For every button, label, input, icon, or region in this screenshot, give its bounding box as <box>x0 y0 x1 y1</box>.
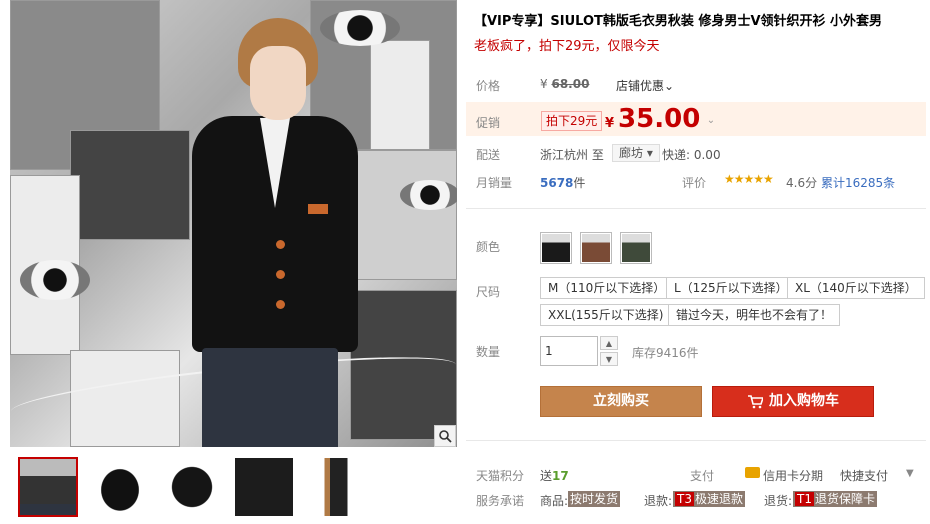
review-count-link[interactable]: 累计16285条 <box>821 174 895 191</box>
model-figure <box>180 18 370 447</box>
thumbnail-image[interactable] <box>162 457 222 517</box>
points-number: 17 <box>552 469 569 483</box>
shop-discount-label: 店铺优惠 <box>616 79 665 93</box>
promo-price-value: 35.00 <box>618 104 701 134</box>
main-product-image[interactable] <box>10 0 457 447</box>
size-option-xl[interactable]: XL（140斤以下选择） <box>787 277 925 299</box>
add-to-cart-label: 加入购物车 <box>769 393 839 409</box>
return-guarantee-badge[interactable]: T1 退货保障卡 <box>793 491 877 507</box>
credit-card-icon <box>745 467 760 478</box>
divider <box>466 440 926 441</box>
size-option-notice[interactable]: 错过今天，明年也不会有了！ <box>668 304 841 326</box>
shop-discount-dropdown[interactable]: 店铺优惠⌄ <box>616 77 674 94</box>
thumbnail-image[interactable] <box>306 457 366 517</box>
payment-label: 支付 <box>690 469 715 483</box>
color-swatch[interactable] <box>580 232 612 264</box>
product-title: 【VIP专享】SIULOT韩版毛衣男秋装 修身男士V领针织开衫 小外套男 <box>474 14 883 29</box>
collage-photo <box>70 130 190 240</box>
thumbnail-image[interactable] <box>18 457 78 517</box>
thumbnail-image[interactable] <box>90 457 150 517</box>
shipping-fee: 快递: 0.00 <box>662 148 721 162</box>
ship-to-dropdown[interactable]: 廊坊 ▾ <box>612 144 660 162</box>
size-label: 尺码 <box>476 285 501 299</box>
points-prefix: 送 <box>540 469 553 483</box>
color-swatch[interactable] <box>620 232 652 264</box>
ship-from: 浙江杭州 至 <box>540 148 604 162</box>
promo-price: ¥35.00 <box>605 104 700 134</box>
quantity-down-icon[interactable]: ▼ <box>600 352 618 366</box>
refund-label: 退款: <box>644 494 673 508</box>
size-option-m[interactable]: M（110斤以下选择） <box>540 277 674 299</box>
magnifier-icon[interactable] <box>434 425 456 447</box>
eye-graphic <box>20 260 90 300</box>
product-subtitle: 老板疯了，拍下29元，仅限今天 <box>474 39 660 54</box>
size-option-xxl[interactable]: XXL(155斤以下选择) <box>540 304 672 326</box>
on-time-shipping-badge[interactable]: 按时发货 <box>568 491 621 507</box>
thumbnail-image[interactable] <box>234 457 294 517</box>
quantity-input[interactable] <box>540 336 598 366</box>
promo-label: 促销 <box>476 116 501 130</box>
price-label: 价格 <box>476 79 501 93</box>
refund-code: T3 <box>675 492 694 506</box>
return-label: 退货: <box>764 494 793 508</box>
chevron-down-icon: ⌄ <box>664 79 675 93</box>
sales-unit: 件 <box>573 176 586 190</box>
service-label: 服务承诺 <box>476 494 525 508</box>
star-rating-icon: ★★★★★ <box>724 172 774 186</box>
rating-label: 评价 <box>682 176 707 190</box>
buy-now-button[interactable]: 立刻购买 <box>540 386 702 417</box>
return-badge-text: 退货保障卡 <box>814 492 875 506</box>
stock-count: 库存9416件 <box>632 346 699 360</box>
divider <box>466 208 926 209</box>
goods-label: 商品: <box>540 494 569 508</box>
ship-to-value: 廊坊 <box>619 146 644 160</box>
size-option-l[interactable]: L（125斤以下选择） <box>666 277 796 299</box>
eye-graphic <box>400 180 457 210</box>
rating-score: 4.6分 <box>786 176 818 190</box>
sales-count: 5678 <box>540 176 574 190</box>
return-code: T1 <box>795 492 814 506</box>
fast-refund-badge[interactable]: T3 极速退款 <box>673 491 745 507</box>
collage-photo <box>370 40 430 150</box>
sales-label: 月销量 <box>476 176 513 190</box>
add-to-cart-button[interactable]: 加入购物车 <box>712 386 874 417</box>
monthly-sales: 5678件 <box>540 174 585 191</box>
original-price-value: 68.00 <box>551 77 590 91</box>
chevron-down-icon[interactable]: ⌄ <box>704 114 718 128</box>
cart-icon <box>748 394 763 408</box>
delivery-label: 配送 <box>476 148 501 162</box>
caret-down-icon[interactable]: ▼ <box>906 468 914 479</box>
color-label: 颜色 <box>476 240 501 254</box>
currency-symbol: ¥ <box>605 116 615 131</box>
installment-option[interactable]: 信用卡分期 <box>763 467 823 484</box>
points-value: 送17 <box>540 467 569 484</box>
express-pay-option[interactable]: 快捷支付 <box>840 467 888 484</box>
promo-tag: 拍下29元 <box>541 111 603 131</box>
color-swatch[interactable] <box>540 232 572 264</box>
caret-down-icon: ▾ <box>646 146 653 160</box>
currency-symbol: ¥ <box>540 77 548 91</box>
original-price: ¥ 68.00 <box>540 77 589 91</box>
refund-badge-text: 极速退款 <box>694 492 743 506</box>
points-label: 天猫积分 <box>476 469 525 483</box>
quantity-up-icon[interactable]: ▲ <box>600 336 618 350</box>
quantity-label: 数量 <box>476 345 501 359</box>
thumbnail-strip <box>18 457 366 519</box>
